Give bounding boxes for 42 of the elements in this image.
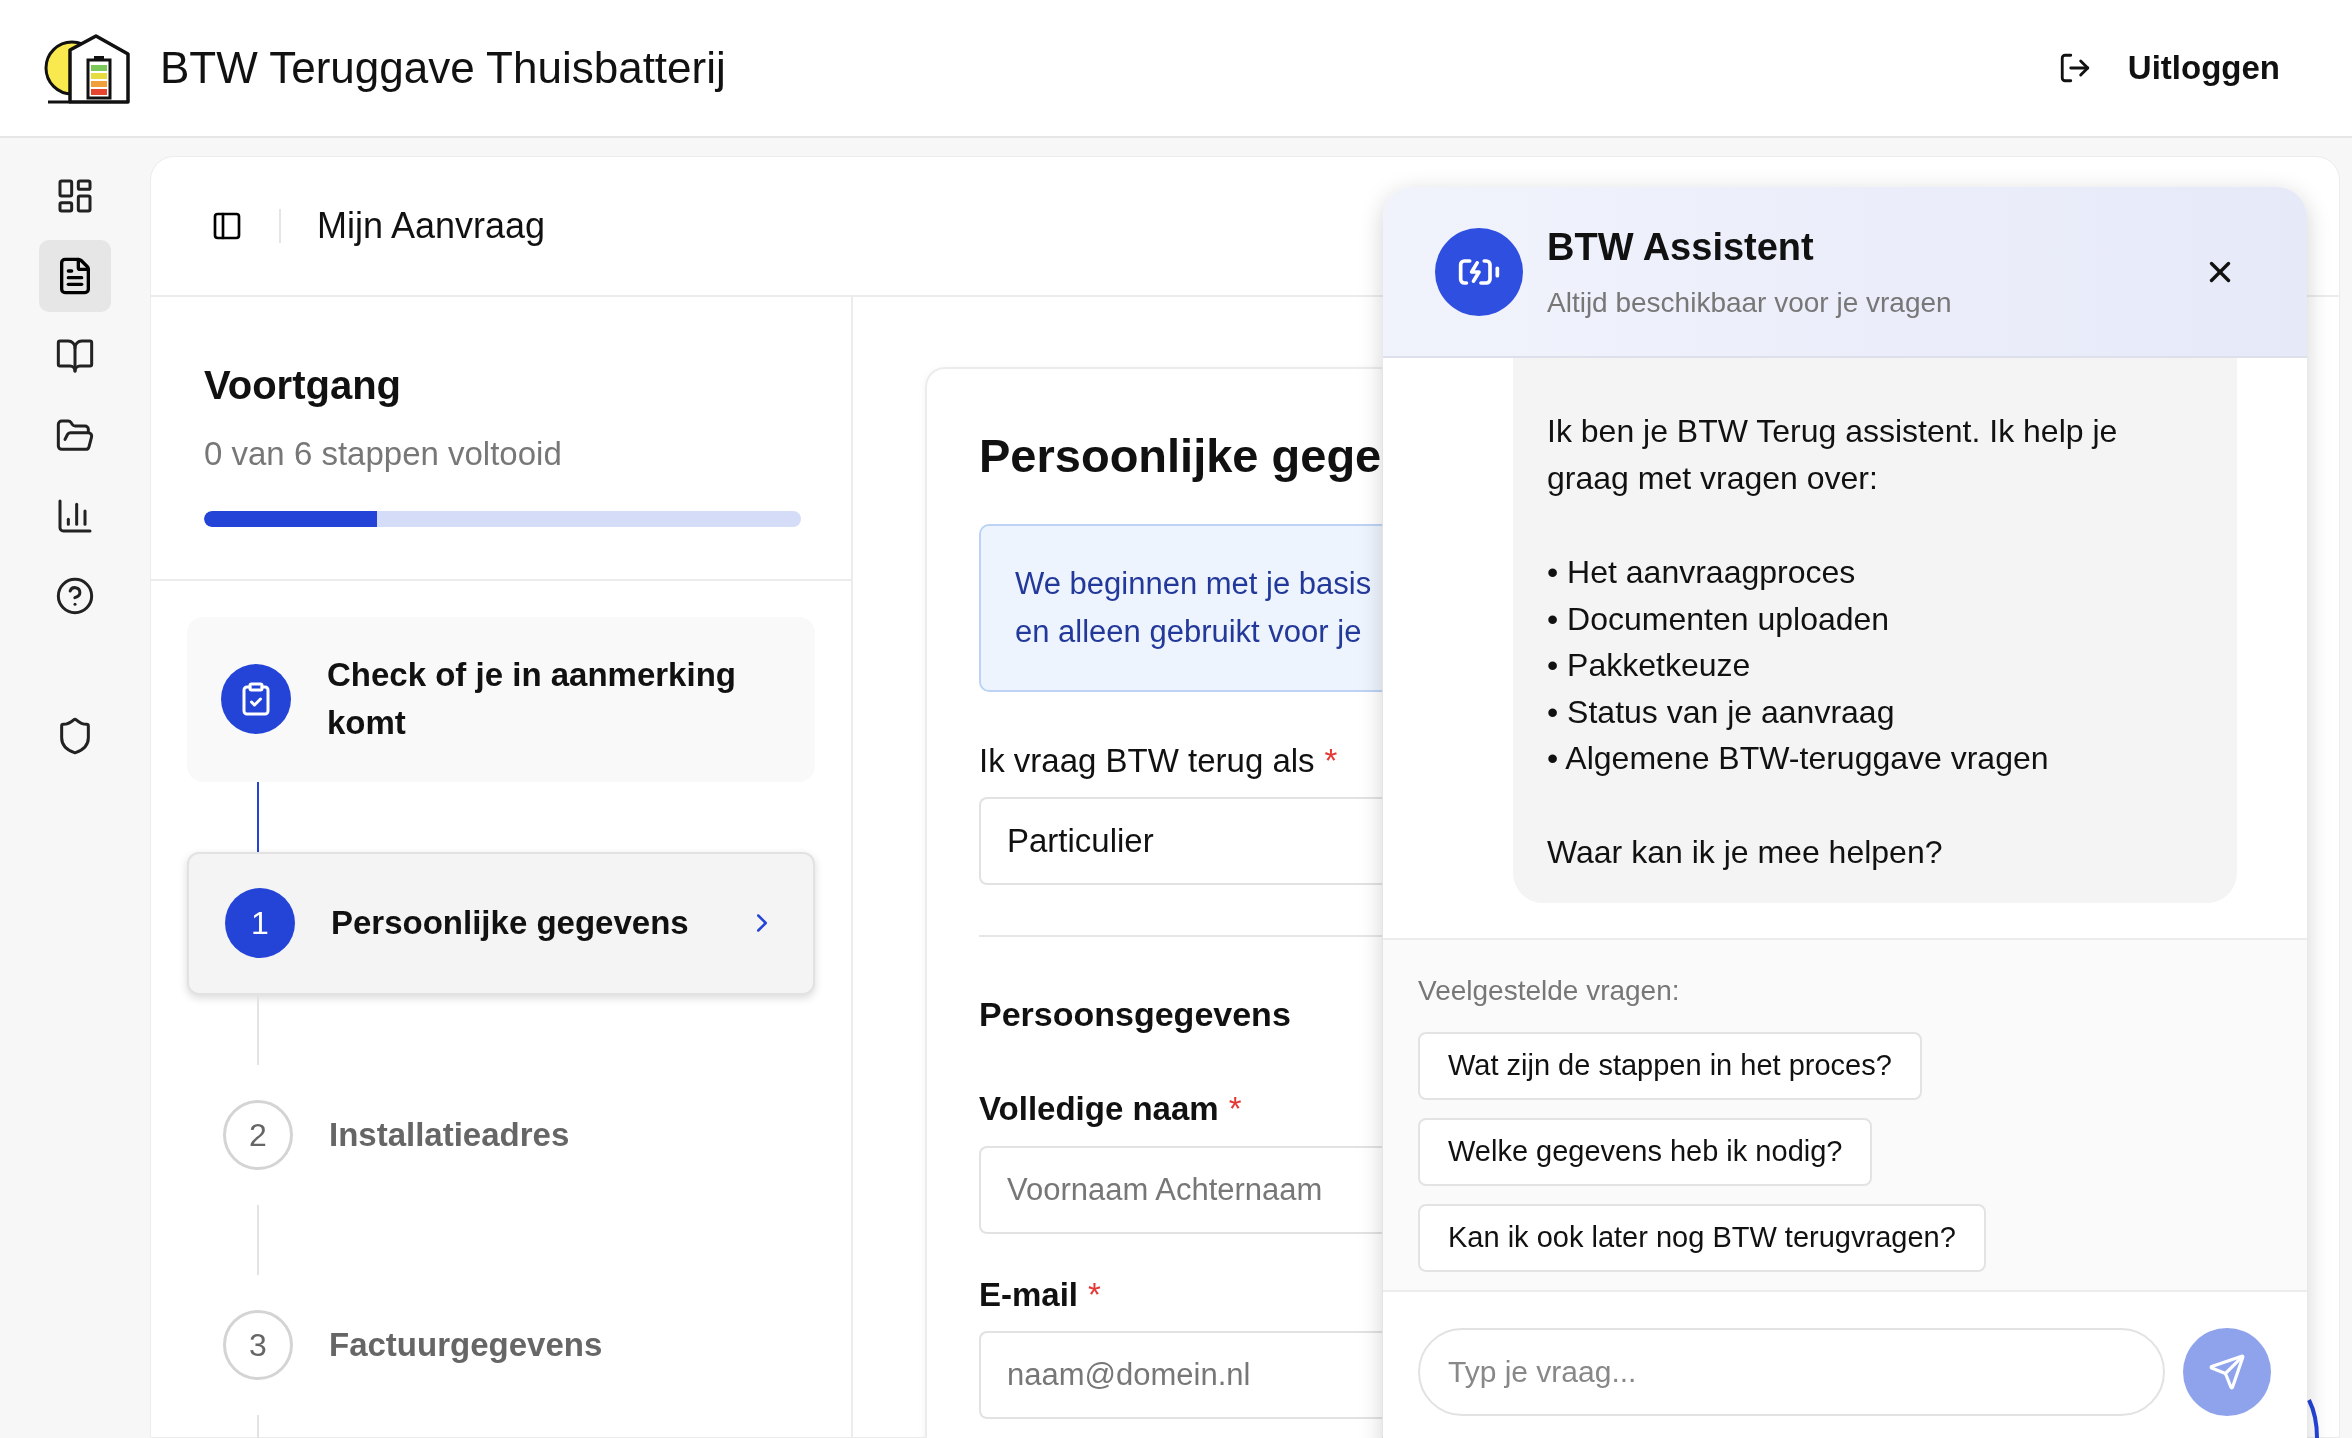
document-icon[interactable]	[39, 240, 111, 312]
faq-button[interactable]: Welke gegevens heb ik nodig?	[1418, 1118, 1873, 1186]
field-label: Ik vraag BTW terug als	[979, 740, 1315, 781]
input-field[interactable]: naam@domein.nl	[979, 1331, 1382, 1419]
send-icon	[2208, 1353, 2246, 1391]
required-mark: *	[1228, 1089, 1242, 1129]
chat-launcher-button[interactable]	[2307, 1398, 2321, 1438]
bullet-item: • Status van je aanvraag	[1547, 692, 1896, 732]
input-field[interactable]: Voornaam Achternaam	[979, 1145, 1382, 1234]
step-number: 3	[223, 1309, 293, 1380]
sidebar-toggle-icon[interactable]	[211, 210, 243, 242]
page-title: Mijn Aanvraag	[317, 204, 546, 248]
bullet-item: • Het aanvraagproces	[1547, 553, 1857, 592]
app-title: BTW Teruggave Thuisbatterij	[160, 42, 726, 94]
step-number: 2	[223, 1099, 293, 1170]
progress-subtitle: 0 van 6 stappen voltooid	[204, 434, 563, 474]
progress-title: Voortgang	[204, 362, 402, 409]
chat-input-field[interactable]: Typ je vraag...	[1418, 1328, 2165, 1416]
faq-button[interactable]: Wat zijn de stappen in het proces?	[1418, 1032, 1922, 1100]
logout-button[interactable]: Uitloggen	[2057, 43, 2280, 93]
bullet-item: • Pakketkeuze	[1547, 646, 1752, 685]
field-label: E-mail	[979, 1274, 1079, 1315]
info-text: We beginnen met je basis en alleen gebruikt voor je	[1015, 564, 1372, 651]
bullet-item: • Documenten uploaden	[1547, 599, 1891, 639]
required-mark: *	[1324, 740, 1338, 781]
chat-title: BTW Assistent	[1547, 225, 1815, 270]
message-text: Waar kan ik je mee helpen?	[1547, 832, 1944, 872]
step-item[interactable]: Check of je in aanmerking komt	[187, 616, 815, 782]
step-item[interactable]: 1 Persoonlijke gegevens	[187, 851, 815, 995]
step-number: 1	[225, 888, 295, 958]
message-text: Ik ben je BTW Terug assistent. Ik help je graag met vragen over:	[1547, 412, 2119, 498]
faq-button[interactable]: Kan ik ook later nog BTW terugvragen?	[1418, 1204, 1986, 1272]
field-label: Volledige naam	[979, 1089, 1219, 1129]
select-field[interactable]: Particulier	[979, 797, 1382, 885]
step-item[interactable]: 3 Factuurgegevens	[187, 1274, 815, 1415]
step-item[interactable]: 2 Installatieadres	[187, 1064, 815, 1205]
required-mark: *	[1088, 1274, 1101, 1315]
form-title: Persoonlijke gege	[979, 428, 1382, 484]
section-heading: Persoonsgegevens	[979, 994, 1291, 1035]
chat-subtitle: Altijd beschikbaar voor je vragen	[1547, 286, 1953, 320]
bullet-item: • Algemene BTW-teruggave vragen	[1547, 739, 2050, 778]
faq-title: Veelgestelde vragen:	[1418, 974, 1680, 1008]
